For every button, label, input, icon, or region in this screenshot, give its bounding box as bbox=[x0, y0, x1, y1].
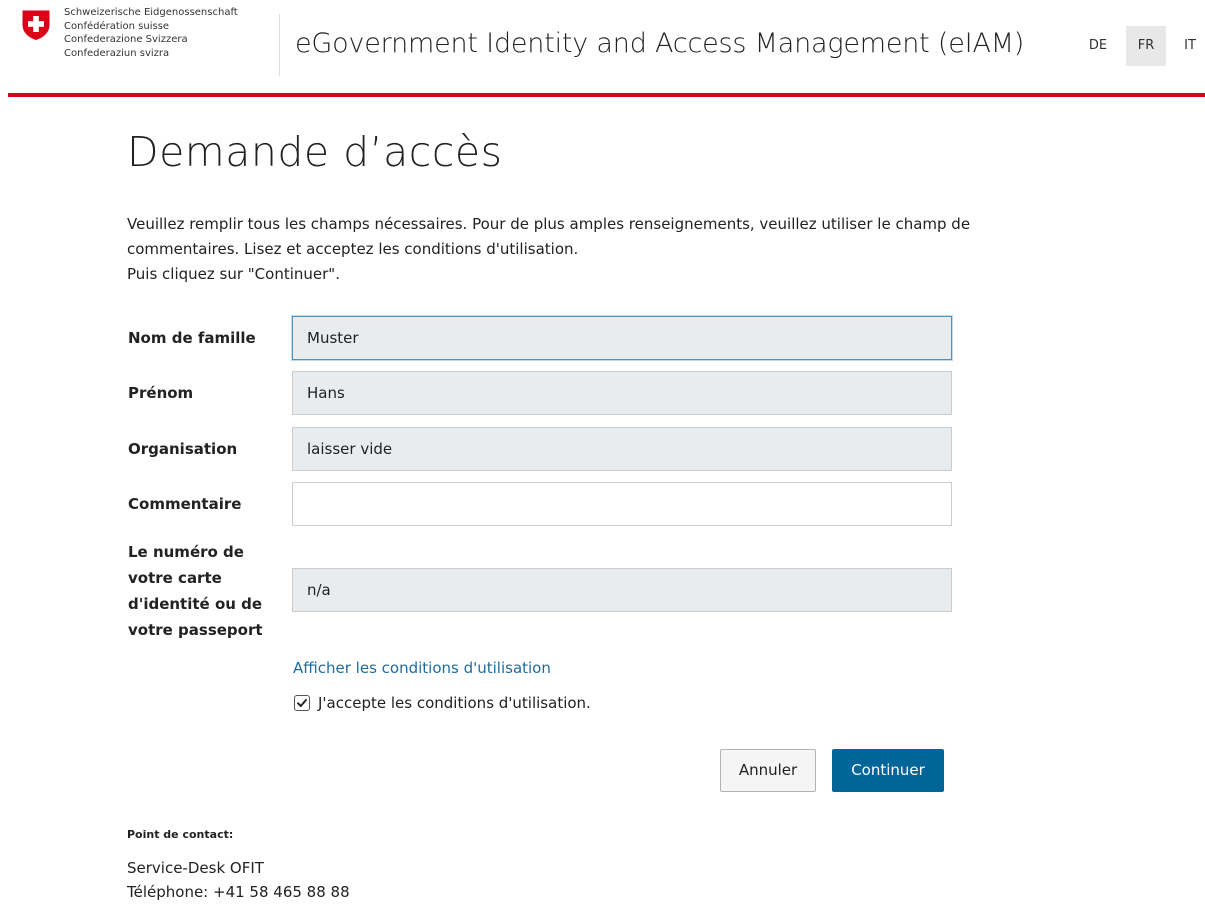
organisation-label: Organisation bbox=[128, 440, 238, 458]
intro-line: Puis cliquez sur "Continuer". bbox=[127, 265, 340, 283]
accept-terms-checkbox[interactable] bbox=[294, 695, 310, 711]
id-number-label: Le numéro de votre carte d'identité ou d… bbox=[128, 539, 263, 643]
language-de-button[interactable]: DE bbox=[1078, 26, 1118, 66]
language-fr-button[interactable]: FR bbox=[1126, 26, 1166, 66]
organisation-input[interactable]: laisser vide bbox=[292, 427, 952, 471]
site-header: Schweizerische Eidgenossenschaft Confédé… bbox=[0, 0, 1205, 92]
confederation-name: Schweizerische Eidgenossenschaft Confédé… bbox=[64, 6, 238, 60]
first-name-input[interactable]: Hans bbox=[292, 371, 952, 415]
swiss-coat-of-arms-icon bbox=[22, 10, 50, 40]
comment-label: Commentaire bbox=[128, 495, 242, 513]
contact-service: Service-Desk OFIT bbox=[127, 859, 264, 877]
continue-button[interactable]: Continuer bbox=[832, 749, 944, 792]
confederation-line-rm: Confederaziun svizra bbox=[64, 47, 170, 59]
last-name-label: Nom de famille bbox=[128, 329, 256, 347]
id-number-input[interactable]: n/a bbox=[292, 568, 952, 612]
confederation-line-it: Confederazione Svizzera bbox=[64, 34, 188, 45]
contact-phone: Téléphone: +41 58 465 88 88 bbox=[127, 883, 350, 901]
header-red-bar bbox=[8, 93, 1205, 97]
show-terms-link[interactable]: Afficher les conditions d'utilisation bbox=[293, 655, 551, 681]
id-number-label-line: votre passeport bbox=[128, 621, 263, 639]
id-number-label-line: Le numéro de bbox=[128, 543, 244, 561]
contact-heading: Point de contact: bbox=[127, 828, 234, 841]
id-number-label-line: d'identité ou de bbox=[128, 595, 263, 613]
first-name-label: Prénom bbox=[128, 384, 194, 402]
language-it-button[interactable]: IT bbox=[1176, 26, 1204, 66]
comment-input[interactable] bbox=[292, 482, 952, 526]
header-divider bbox=[279, 14, 280, 76]
confederation-line-de: Schweizerische Eidgenossenschaft bbox=[64, 7, 238, 18]
page-title: Demande d’accès bbox=[127, 128, 503, 176]
cancel-button[interactable]: Annuler bbox=[720, 749, 816, 792]
confederation-line-fr: Confédération suisse bbox=[64, 20, 170, 32]
last-name-input[interactable]: Muster bbox=[292, 316, 952, 360]
id-number-label-line: votre carte bbox=[128, 569, 222, 587]
intro-line: commentaires. Lisez et acceptez les cond… bbox=[127, 240, 579, 258]
checkmark-icon bbox=[297, 699, 307, 707]
intro-line: Veuillez remplir tous les champs nécessa… bbox=[127, 215, 971, 233]
accept-terms-label[interactable]: J'accepte les conditions d'utilisation. bbox=[318, 690, 591, 716]
intro-text: Veuillez remplir tous les champs nécessa… bbox=[127, 212, 1087, 287]
app-title: eGovernment Identity and Access Manageme… bbox=[295, 28, 1025, 59]
